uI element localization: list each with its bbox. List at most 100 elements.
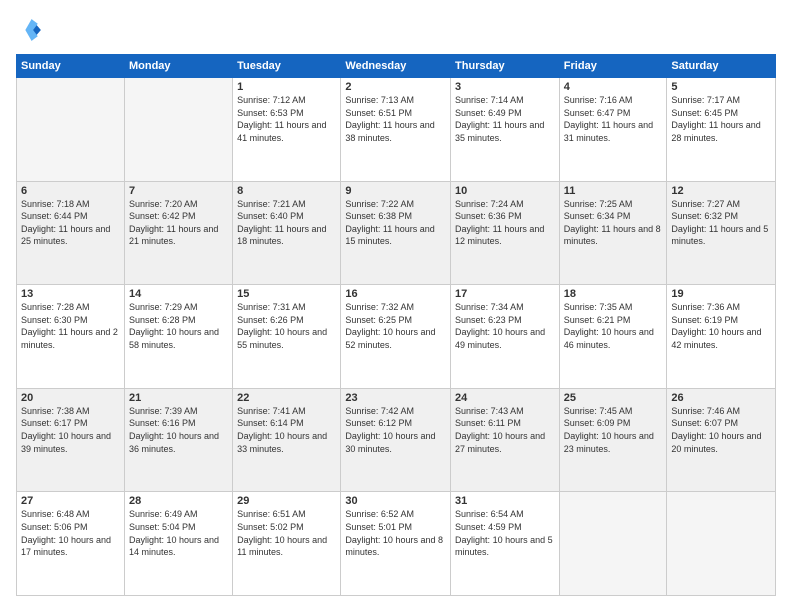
- day-detail: Sunrise: 6:51 AMSunset: 5:02 PMDaylight:…: [237, 508, 336, 558]
- calendar-cell: 28Sunrise: 6:49 AMSunset: 5:04 PMDayligh…: [124, 492, 232, 596]
- calendar-cell: [667, 492, 776, 596]
- day-detail: Sunrise: 7:38 AMSunset: 6:17 PMDaylight:…: [21, 405, 120, 455]
- day-detail: Sunrise: 7:41 AMSunset: 6:14 PMDaylight:…: [237, 405, 336, 455]
- day-number: 5: [671, 81, 771, 93]
- calendar-cell: 21Sunrise: 7:39 AMSunset: 6:16 PMDayligh…: [124, 388, 232, 492]
- calendar-cell: 11Sunrise: 7:25 AMSunset: 6:34 PMDayligh…: [559, 181, 667, 285]
- page: SundayMondayTuesdayWednesdayThursdayFrid…: [0, 0, 792, 612]
- day-detail: Sunrise: 7:27 AMSunset: 6:32 PMDaylight:…: [671, 198, 771, 248]
- day-number: 12: [671, 185, 771, 197]
- calendar-cell: [559, 492, 667, 596]
- calendar-cell: 23Sunrise: 7:42 AMSunset: 6:12 PMDayligh…: [341, 388, 451, 492]
- weekday-header: Saturday: [667, 55, 776, 78]
- calendar-cell: 8Sunrise: 7:21 AMSunset: 6:40 PMDaylight…: [233, 181, 341, 285]
- day-detail: Sunrise: 7:17 AMSunset: 6:45 PMDaylight:…: [671, 94, 771, 144]
- day-number: 30: [345, 495, 446, 507]
- day-detail: Sunrise: 6:49 AMSunset: 5:04 PMDaylight:…: [129, 508, 228, 558]
- day-detail: Sunrise: 7:13 AMSunset: 6:51 PMDaylight:…: [345, 94, 446, 144]
- day-number: 24: [455, 392, 555, 404]
- day-number: 26: [671, 392, 771, 404]
- calendar-cell: [124, 78, 232, 182]
- calendar-cell: 24Sunrise: 7:43 AMSunset: 6:11 PMDayligh…: [451, 388, 560, 492]
- calendar-cell: 4Sunrise: 7:16 AMSunset: 6:47 PMDaylight…: [559, 78, 667, 182]
- calendar-cell: 14Sunrise: 7:29 AMSunset: 6:28 PMDayligh…: [124, 285, 232, 389]
- day-detail: Sunrise: 7:28 AMSunset: 6:30 PMDaylight:…: [21, 301, 120, 351]
- calendar-week-row: 27Sunrise: 6:48 AMSunset: 5:06 PMDayligh…: [17, 492, 776, 596]
- day-detail: Sunrise: 7:36 AMSunset: 6:19 PMDaylight:…: [671, 301, 771, 351]
- calendar-cell: 20Sunrise: 7:38 AMSunset: 6:17 PMDayligh…: [17, 388, 125, 492]
- calendar-week-row: 6Sunrise: 7:18 AMSunset: 6:44 PMDaylight…: [17, 181, 776, 285]
- day-number: 14: [129, 288, 228, 300]
- day-number: 10: [455, 185, 555, 197]
- day-number: 3: [455, 81, 555, 93]
- day-number: 18: [564, 288, 663, 300]
- day-number: 20: [21, 392, 120, 404]
- logo: [16, 16, 48, 44]
- calendar-cell: 18Sunrise: 7:35 AMSunset: 6:21 PMDayligh…: [559, 285, 667, 389]
- calendar-cell: 15Sunrise: 7:31 AMSunset: 6:26 PMDayligh…: [233, 285, 341, 389]
- day-detail: Sunrise: 7:31 AMSunset: 6:26 PMDaylight:…: [237, 301, 336, 351]
- weekday-header: Thursday: [451, 55, 560, 78]
- calendar-cell: 6Sunrise: 7:18 AMSunset: 6:44 PMDaylight…: [17, 181, 125, 285]
- calendar-cell: 1Sunrise: 7:12 AMSunset: 6:53 PMDaylight…: [233, 78, 341, 182]
- day-number: 25: [564, 392, 663, 404]
- calendar-week-row: 20Sunrise: 7:38 AMSunset: 6:17 PMDayligh…: [17, 388, 776, 492]
- day-number: 16: [345, 288, 446, 300]
- day-detail: Sunrise: 7:39 AMSunset: 6:16 PMDaylight:…: [129, 405, 228, 455]
- calendar-cell: 12Sunrise: 7:27 AMSunset: 6:32 PMDayligh…: [667, 181, 776, 285]
- day-number: 2: [345, 81, 446, 93]
- calendar-table: SundayMondayTuesdayWednesdayThursdayFrid…: [16, 54, 776, 596]
- calendar-cell: 22Sunrise: 7:41 AMSunset: 6:14 PMDayligh…: [233, 388, 341, 492]
- calendar-cell: 17Sunrise: 7:34 AMSunset: 6:23 PMDayligh…: [451, 285, 560, 389]
- calendar-cell: 5Sunrise: 7:17 AMSunset: 6:45 PMDaylight…: [667, 78, 776, 182]
- day-detail: Sunrise: 7:22 AMSunset: 6:38 PMDaylight:…: [345, 198, 446, 248]
- day-number: 27: [21, 495, 120, 507]
- day-number: 1: [237, 81, 336, 93]
- day-number: 19: [671, 288, 771, 300]
- calendar-cell: 7Sunrise: 7:20 AMSunset: 6:42 PMDaylight…: [124, 181, 232, 285]
- calendar-cell: 13Sunrise: 7:28 AMSunset: 6:30 PMDayligh…: [17, 285, 125, 389]
- day-number: 9: [345, 185, 446, 197]
- weekday-header: Wednesday: [341, 55, 451, 78]
- day-number: 22: [237, 392, 336, 404]
- calendar-cell: 16Sunrise: 7:32 AMSunset: 6:25 PMDayligh…: [341, 285, 451, 389]
- calendar-cell: 26Sunrise: 7:46 AMSunset: 6:07 PMDayligh…: [667, 388, 776, 492]
- day-detail: Sunrise: 6:48 AMSunset: 5:06 PMDaylight:…: [21, 508, 120, 558]
- day-number: 15: [237, 288, 336, 300]
- day-number: 7: [129, 185, 228, 197]
- day-detail: Sunrise: 7:18 AMSunset: 6:44 PMDaylight:…: [21, 198, 120, 248]
- calendar-cell: 29Sunrise: 6:51 AMSunset: 5:02 PMDayligh…: [233, 492, 341, 596]
- calendar-cell: 2Sunrise: 7:13 AMSunset: 6:51 PMDaylight…: [341, 78, 451, 182]
- calendar-cell: 27Sunrise: 6:48 AMSunset: 5:06 PMDayligh…: [17, 492, 125, 596]
- day-number: 6: [21, 185, 120, 197]
- day-number: 31: [455, 495, 555, 507]
- weekday-header: Friday: [559, 55, 667, 78]
- day-detail: Sunrise: 7:43 AMSunset: 6:11 PMDaylight:…: [455, 405, 555, 455]
- day-detail: Sunrise: 7:34 AMSunset: 6:23 PMDaylight:…: [455, 301, 555, 351]
- calendar-cell: [17, 78, 125, 182]
- day-detail: Sunrise: 7:25 AMSunset: 6:34 PMDaylight:…: [564, 198, 663, 248]
- day-detail: Sunrise: 7:46 AMSunset: 6:07 PMDaylight:…: [671, 405, 771, 455]
- day-detail: Sunrise: 7:16 AMSunset: 6:47 PMDaylight:…: [564, 94, 663, 144]
- day-number: 17: [455, 288, 555, 300]
- day-number: 8: [237, 185, 336, 197]
- day-detail: Sunrise: 7:35 AMSunset: 6:21 PMDaylight:…: [564, 301, 663, 351]
- calendar-cell: 30Sunrise: 6:52 AMSunset: 5:01 PMDayligh…: [341, 492, 451, 596]
- weekday-header-row: SundayMondayTuesdayWednesdayThursdayFrid…: [17, 55, 776, 78]
- day-detail: Sunrise: 6:54 AMSunset: 4:59 PMDaylight:…: [455, 508, 555, 558]
- day-detail: Sunrise: 6:52 AMSunset: 5:01 PMDaylight:…: [345, 508, 446, 558]
- day-number: 29: [237, 495, 336, 507]
- calendar-cell: 3Sunrise: 7:14 AMSunset: 6:49 PMDaylight…: [451, 78, 560, 182]
- day-detail: Sunrise: 7:32 AMSunset: 6:25 PMDaylight:…: [345, 301, 446, 351]
- day-number: 4: [564, 81, 663, 93]
- day-detail: Sunrise: 7:42 AMSunset: 6:12 PMDaylight:…: [345, 405, 446, 455]
- day-detail: Sunrise: 7:14 AMSunset: 6:49 PMDaylight:…: [455, 94, 555, 144]
- day-number: 13: [21, 288, 120, 300]
- day-detail: Sunrise: 7:45 AMSunset: 6:09 PMDaylight:…: [564, 405, 663, 455]
- calendar-cell: 10Sunrise: 7:24 AMSunset: 6:36 PMDayligh…: [451, 181, 560, 285]
- header: [16, 16, 776, 44]
- day-detail: Sunrise: 7:29 AMSunset: 6:28 PMDaylight:…: [129, 301, 228, 351]
- weekday-header: Tuesday: [233, 55, 341, 78]
- calendar-week-row: 1Sunrise: 7:12 AMSunset: 6:53 PMDaylight…: [17, 78, 776, 182]
- logo-icon: [16, 16, 44, 44]
